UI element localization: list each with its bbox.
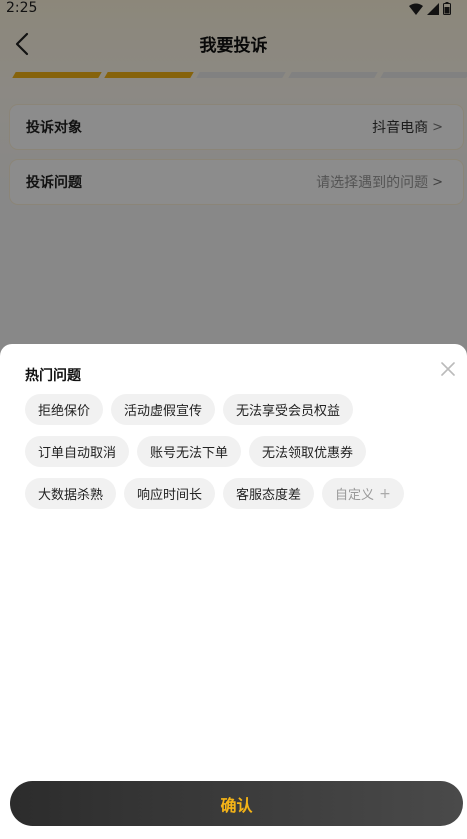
hot-issues-sheet: 热门问题 拒绝保价 活动虚假宣传 无法享受会员权益 订单自动取消 账号无法下单 … [0,344,467,839]
issue-tag[interactable]: 拒绝保价 [25,394,104,425]
issue-tag[interactable]: 活动虚假宣传 [111,394,216,425]
sheet-title: 热门问题 [25,368,81,384]
issue-tag[interactable]: 无法领取优惠券 [249,436,367,467]
close-button[interactable] [437,358,459,380]
tag-row: 订单自动取消 账号无法下单 无法领取优惠券 [25,436,367,467]
issue-tag[interactable]: 无法享受会员权益 [223,394,354,425]
tag-row: 大数据杀熟 响应时间长 客服态度差 自定义 + [25,478,404,509]
issue-tag[interactable]: 响应时间长 [124,478,216,509]
issue-tag[interactable]: 大数据杀熟 [25,478,117,509]
custom-tag-label: 自定义 [335,488,375,503]
issue-tag[interactable]: 账号无法下单 [137,436,242,467]
confirm-button[interactable]: 确认 [10,781,463,826]
issue-tag[interactable]: 订单自动取消 [25,436,130,467]
issue-tag[interactable]: 客服态度差 [223,478,315,509]
plus-icon: + [379,485,391,502]
close-icon [441,362,455,376]
screen: 2:25 我要投诉 投诉对象 抖音电商 > 投诉问题 请选择遇到的问题 > 热门… [0,0,467,839]
tag-row: 拒绝保价 活动虚假宣传 无法享受会员权益 [25,394,354,425]
custom-issue-tag[interactable]: 自定义 + [322,478,404,509]
